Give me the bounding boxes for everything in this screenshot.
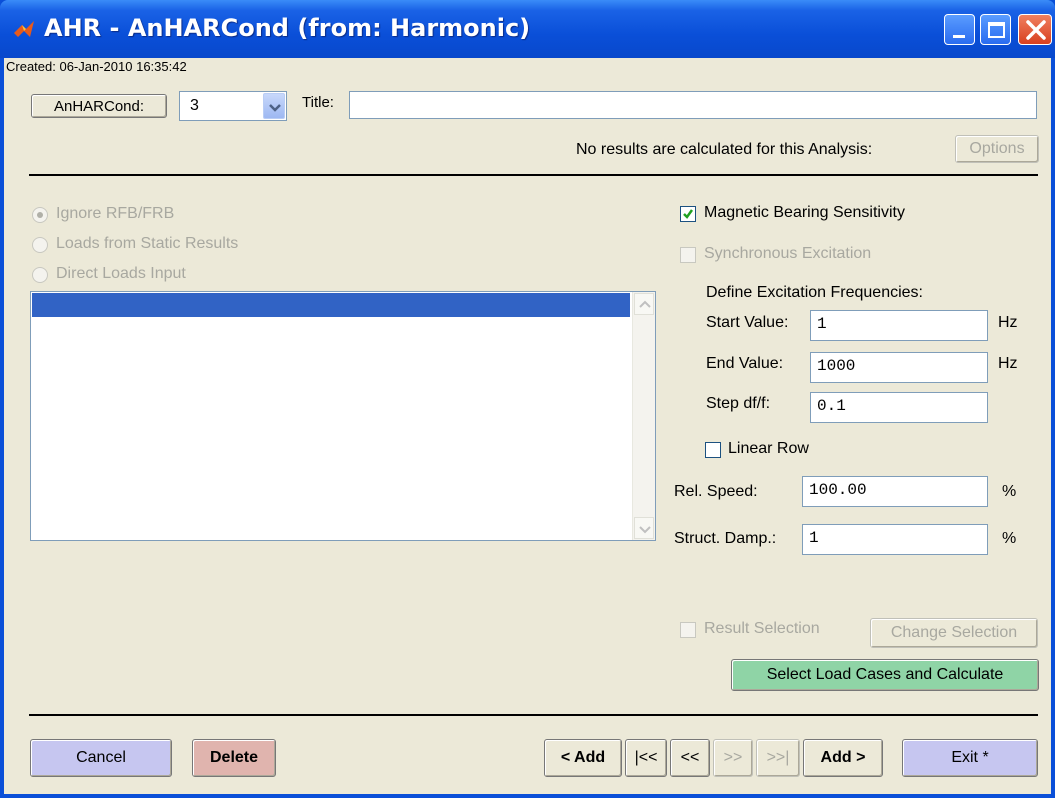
close-icon xyxy=(1026,20,1046,40)
rel-speed-label: Rel. Speed: xyxy=(674,483,758,500)
anharcond-button[interactable]: AnHARCond: xyxy=(31,94,167,118)
magnetic-bearing-label: Magnetic Bearing Sensitivity xyxy=(704,204,905,221)
created-timestamp: Created: 06-Jan-2010 16:35:42 xyxy=(6,59,187,74)
end-value-label: End Value: xyxy=(706,355,784,372)
scroll-up-button[interactable] xyxy=(634,293,654,315)
linear-row-checkbox[interactable] xyxy=(705,442,721,458)
options-button[interactable]: Options xyxy=(955,135,1039,163)
start-value-input[interactable]: 1 xyxy=(810,310,988,341)
app-window: AHR - AnHARCond (from: Harmonic) Created… xyxy=(0,0,1055,798)
synchronous-excitation-checkbox[interactable] xyxy=(680,247,696,263)
change-selection-button[interactable]: Change Selection xyxy=(870,618,1038,648)
radio-direct-loads-label: Direct Loads Input xyxy=(56,265,186,282)
result-selection-checkbox[interactable] xyxy=(680,622,696,638)
step-input[interactable]: 0.1 xyxy=(810,392,988,423)
list-scrollbar[interactable] xyxy=(632,292,655,540)
calculate-button[interactable]: Select Load Cases and Calculate xyxy=(731,659,1039,691)
end-value-input[interactable]: 1000 xyxy=(810,352,988,383)
radio-dot xyxy=(37,212,43,218)
title-input[interactable] xyxy=(349,91,1037,119)
struct-damp-input[interactable]: 1 xyxy=(802,524,988,555)
define-frequencies-label: Define Excitation Frequencies: xyxy=(706,284,923,301)
chevron-down-icon xyxy=(639,526,651,534)
exit-button[interactable]: Exit * xyxy=(902,739,1038,777)
load-list-box[interactable] xyxy=(30,291,656,541)
delete-button[interactable]: Delete xyxy=(192,739,276,777)
radio-loads-static-label: Loads from Static Results xyxy=(56,235,239,252)
footer-divider xyxy=(29,714,1038,716)
chevron-down-icon xyxy=(269,104,281,112)
linear-row-label: Linear Row xyxy=(728,440,809,457)
magnetic-bearing-checkbox[interactable] xyxy=(680,206,696,222)
last-record-button[interactable]: >>| xyxy=(756,739,800,777)
rel-speed-unit: % xyxy=(1002,483,1017,500)
maximize-icon xyxy=(988,22,1005,38)
radio-ignore-rfb[interactable] xyxy=(32,207,48,223)
previous-record-button[interactable]: << xyxy=(670,739,710,777)
cancel-button[interactable]: Cancel xyxy=(30,739,172,777)
list-selected-row[interactable] xyxy=(32,293,630,317)
radio-ignore-rfb-label: Ignore RFB/FRB xyxy=(56,205,175,222)
header-divider xyxy=(29,174,1038,176)
struct-damp-unit: % xyxy=(1002,530,1017,547)
radio-loads-static[interactable] xyxy=(32,237,48,253)
window-title: AHR - AnHARCond (from: Harmonic) xyxy=(44,14,531,42)
matlab-icon xyxy=(14,21,34,37)
add-after-button[interactable]: Add > xyxy=(803,739,883,777)
anharcond-select[interactable]: 3 xyxy=(179,91,287,121)
first-record-button[interactable]: |<< xyxy=(625,739,667,777)
start-value-label: Start Value: xyxy=(706,314,789,331)
chevron-up-icon xyxy=(639,300,651,308)
synchronous-excitation-label: Synchronous Excitation xyxy=(704,245,872,262)
add-before-button[interactable]: < Add xyxy=(544,739,622,777)
title-label: Title: xyxy=(302,94,334,111)
dialog-body: Created: 06-Jan-2010 16:35:42 AnHARCond:… xyxy=(4,58,1051,794)
minimize-button[interactable] xyxy=(944,14,975,45)
result-selection-label: Result Selection xyxy=(704,620,820,637)
radio-direct-loads[interactable] xyxy=(32,267,48,283)
close-button[interactable] xyxy=(1018,14,1052,45)
no-results-text: No results are calculated for this Analy… xyxy=(576,141,873,158)
minimize-icon xyxy=(953,35,965,38)
rel-speed-input[interactable]: 100.00 xyxy=(802,476,988,507)
step-label: Step df/f: xyxy=(706,395,771,412)
title-bar[interactable]: AHR - AnHARCond (from: Harmonic) xyxy=(0,0,1055,58)
anharcond-select-value: 3 xyxy=(190,97,199,114)
maximize-button[interactable] xyxy=(980,14,1011,45)
end-value-unit: Hz xyxy=(998,355,1018,372)
struct-damp-label: Struct. Damp.: xyxy=(674,530,777,547)
scroll-down-button[interactable] xyxy=(634,517,654,539)
start-value-unit: Hz xyxy=(998,314,1018,331)
dropdown-arrow-button[interactable] xyxy=(263,93,285,119)
checkmark-icon xyxy=(683,209,694,219)
next-record-button[interactable]: >> xyxy=(713,739,753,777)
